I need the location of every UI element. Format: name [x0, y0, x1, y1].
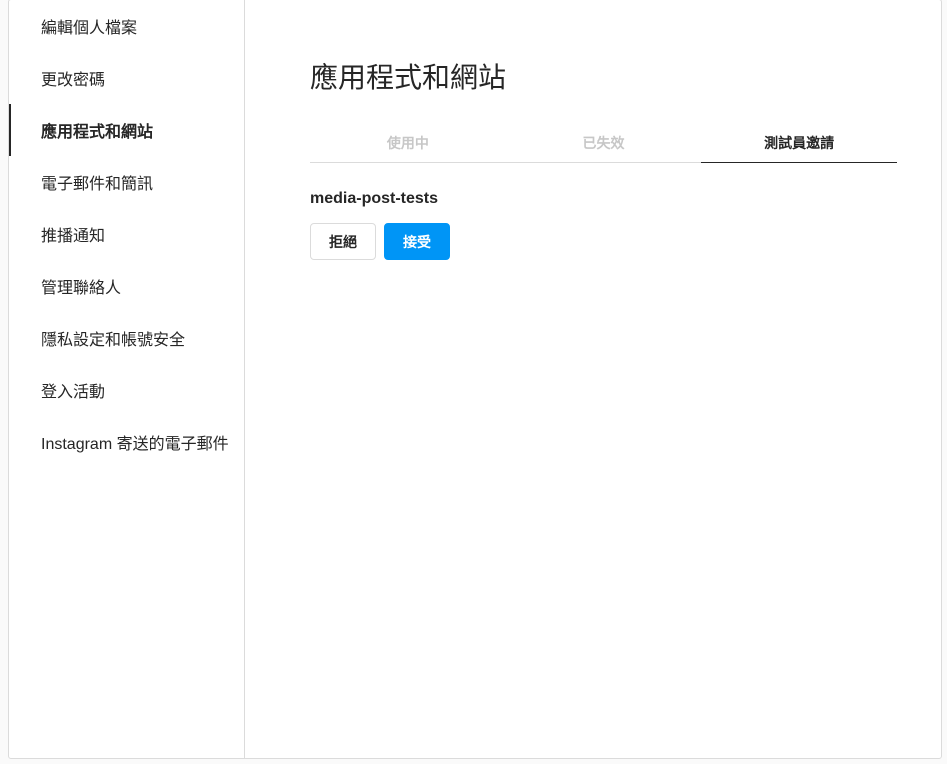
accept-button[interactable]: 接受: [384, 223, 450, 260]
sidebar-item-label: 隱私設定和帳號安全: [41, 332, 186, 349]
sidebar-item-label: 管理聯絡人: [41, 280, 122, 297]
settings-window: 編輯個人檔案 更改密碼 應用程式和網站 電子郵件和簡訊 推播通知 管理聯絡人 隱…: [8, 0, 942, 759]
sidebar-item-label: 推播通知: [41, 228, 106, 245]
tab-tester-invites[interactable]: 測試員邀請: [701, 123, 898, 163]
settings-main: 應用程式和網站 使用中 已失效 測試員邀請 media-post-tests 拒…: [245, 0, 941, 758]
sidebar-item-login-activity[interactable]: 登入活動: [9, 364, 244, 416]
decline-button[interactable]: 拒絕: [310, 223, 376, 260]
sidebar-item-manage-contacts[interactable]: 管理聯絡人: [9, 260, 244, 312]
sidebar-item-apps-and-websites[interactable]: 應用程式和網站: [9, 104, 244, 156]
settings-sidebar: 編輯個人檔案 更改密碼 應用程式和網站 電子郵件和簡訊 推播通知 管理聯絡人 隱…: [9, 0, 245, 758]
sidebar-item-change-password[interactable]: 更改密碼: [9, 52, 244, 104]
sidebar-item-privacy-and-security[interactable]: 隱私設定和帳號安全: [9, 312, 244, 364]
tab-active[interactable]: 使用中: [310, 123, 506, 163]
sidebar-item-edit-profile[interactable]: 編輯個人檔案: [9, 0, 244, 52]
sidebar-item-email-and-sms[interactable]: 電子郵件和簡訊: [9, 156, 244, 208]
page-title: 應用程式和網站: [310, 62, 507, 93]
sidebar-item-label: 更改密碼: [41, 72, 106, 89]
sidebar-item-label: 登入活動: [41, 384, 106, 401]
invite-app-name: media-post-tests: [310, 190, 439, 207]
tab-expired[interactable]: 已失效: [506, 123, 702, 163]
apps-tabs: 使用中 已失效 測試員邀請: [310, 123, 898, 163]
sidebar-item-push-notifications[interactable]: 推播通知: [9, 208, 244, 260]
sidebar-item-label: Instagram 寄送的電子郵件: [41, 436, 229, 453]
sidebar-item-emails-from-instagram[interactable]: Instagram 寄送的電子郵件: [9, 416, 244, 468]
sidebar-item-label: 電子郵件和簡訊: [41, 176, 154, 193]
sidebar-item-label: 應用程式和網站: [41, 124, 154, 141]
invite-actions: 拒絕 接受: [310, 223, 897, 260]
sidebar-item-label: 編輯個人檔案: [41, 20, 138, 37]
